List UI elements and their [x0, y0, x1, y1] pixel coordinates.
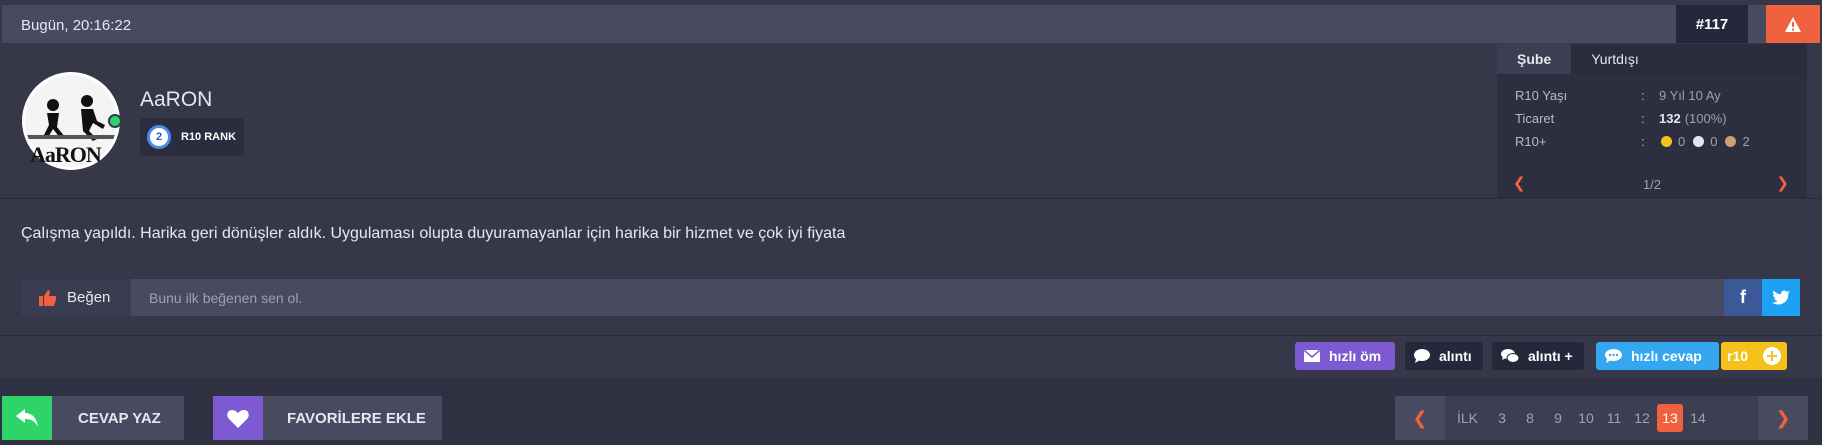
quote-plus-button[interactable]: alıntı + [1492, 342, 1584, 370]
silver-coin-count: 0 [1710, 134, 1718, 149]
quote-label: alıntı [1439, 348, 1472, 364]
info-tabs: Şube Yurtdışı [1497, 44, 1807, 74]
quote-button[interactable]: alıntı [1405, 342, 1483, 370]
like-button[interactable]: Beğen [21, 279, 131, 316]
bronze-coin-count: 2 [1742, 134, 1750, 149]
quick-reply-label: hızlı cevap [1631, 348, 1702, 364]
pagination: ❮ İLK 3 8 9 10 11 12 13 14 ❯ [1395, 396, 1808, 440]
thumbs-up-icon [39, 289, 56, 306]
page-link[interactable]: 3 [1489, 404, 1515, 432]
trade-count: 132 [1659, 111, 1681, 126]
like-bar: Beğen Bunu ilk beğenen sen ol. f [21, 279, 1800, 316]
divider [0, 335, 1822, 336]
chevron-left-icon[interactable]: ❮ [1395, 396, 1445, 440]
bronze-coin-icon [1725, 136, 1737, 147]
author-info-panel: Şube Yurtdışı R10 Yaşı : 9 Yıl 10 Ay Tic… [1497, 44, 1807, 198]
page-link[interactable]: 14 [1685, 404, 1711, 432]
quote-plus-label: alıntı + [1528, 348, 1573, 364]
like-label: Beğen [67, 289, 111, 306]
divider [0, 198, 1822, 199]
page-link[interactable]: 12 [1629, 404, 1655, 432]
author-username[interactable]: AaRON [140, 88, 212, 112]
stat-value: 9 Yıl 10 Ay [1659, 88, 1721, 103]
trade-percent: (100%) [1684, 111, 1727, 126]
online-status-dot [108, 114, 122, 128]
post-body: Çalışma yapıldı. Harika geri dönüşler al… [21, 225, 846, 242]
page-link[interactable]: 11 [1601, 404, 1627, 432]
chevron-right-icon[interactable]: ❯ [1758, 396, 1808, 440]
stat-value: 0 0 2 [1659, 134, 1756, 149]
chat-bubble-icon [1605, 349, 1622, 363]
avatar[interactable]: AaRON [22, 72, 122, 170]
stat-colon: : [1641, 134, 1645, 149]
comment-icon [1414, 349, 1430, 363]
twitter-share-button[interactable] [1762, 279, 1800, 316]
stat-label: Ticaret [1515, 111, 1555, 126]
gold-coin-icon [1661, 136, 1672, 147]
tab-sube[interactable]: Şube [1497, 44, 1572, 74]
r10-plus-button[interactable]: r10 [1721, 342, 1787, 370]
add-favorite-button[interactable]: FAVORİLERE EKLE [213, 396, 442, 440]
rank-level: 2 [147, 125, 171, 149]
stat-row-age: R10 Yaşı : 9 Yıl 10 Ay [1515, 88, 1795, 106]
envelope-icon [1304, 350, 1320, 362]
favorite-label: FAVORİLERE EKLE [287, 409, 426, 427]
post-number[interactable]: #117 [1676, 5, 1748, 43]
reply-label: CEVAP YAZ [78, 409, 161, 427]
facebook-icon: f [1740, 287, 1746, 307]
chevron-right-icon[interactable]: ❯ [1776, 174, 1789, 192]
stat-row-r10plus: R10+ : 0 0 2 [1515, 134, 1795, 152]
report-button[interactable] [1766, 5, 1820, 43]
stat-row-trade: Ticaret : 132 (100%) [1515, 111, 1795, 129]
page-current[interactable]: 13 [1657, 404, 1684, 432]
r10-label: r10 [1727, 348, 1749, 364]
quick-pm-button[interactable]: hızlı öm [1295, 342, 1395, 370]
tab-yurtdisi[interactable]: Yurtdışı [1571, 44, 1658, 74]
facebook-share-button[interactable]: f [1724, 279, 1762, 316]
post-card: Bugün, 20:16:22 #117 AaRON AaRON 2 R10 R… [0, 0, 1822, 378]
info-pager: ❮ 1/2 ❯ [1497, 172, 1807, 196]
comments-icon [1501, 349, 1519, 363]
page-link[interactable]: 9 [1545, 404, 1571, 432]
info-page-indicator: 1/2 [1642, 177, 1662, 192]
quick-reply-button[interactable]: hızlı cevap [1596, 342, 1719, 370]
rank-badge[interactable]: 2 R10 RANK [140, 118, 244, 156]
stat-colon: : [1641, 88, 1645, 103]
page-link[interactable]: 8 [1517, 404, 1543, 432]
twitter-icon [1772, 290, 1790, 305]
rank-label: R10 RANK [181, 131, 237, 143]
heart-icon [213, 396, 263, 440]
post-header: Bugün, 20:16:22 #117 [2, 5, 1820, 43]
silver-coin-icon [1693, 136, 1705, 147]
like-prompt: Bunu ilk beğenen sen ol. [149, 290, 303, 306]
avatar-logo-text: AaRON [30, 142, 102, 167]
plus-circle-icon [1763, 347, 1781, 365]
warning-icon [1785, 16, 1801, 32]
post-time: Bugün, 20:16:22 [21, 17, 132, 34]
stat-label: R10+ [1515, 134, 1547, 149]
quick-pm-label: hızlı öm [1329, 348, 1382, 364]
stat-label: R10 Yaşı [1515, 88, 1568, 103]
page-first[interactable]: İLK [1453, 404, 1482, 432]
reply-arrow-icon [2, 396, 52, 440]
gold-coin-count: 0 [1678, 134, 1686, 149]
stat-colon: : [1641, 111, 1645, 126]
stat-value: 132 (100%) [1659, 111, 1727, 126]
page-link[interactable]: 10 [1573, 404, 1599, 432]
reply-button[interactable]: CEVAP YAZ [2, 396, 184, 440]
